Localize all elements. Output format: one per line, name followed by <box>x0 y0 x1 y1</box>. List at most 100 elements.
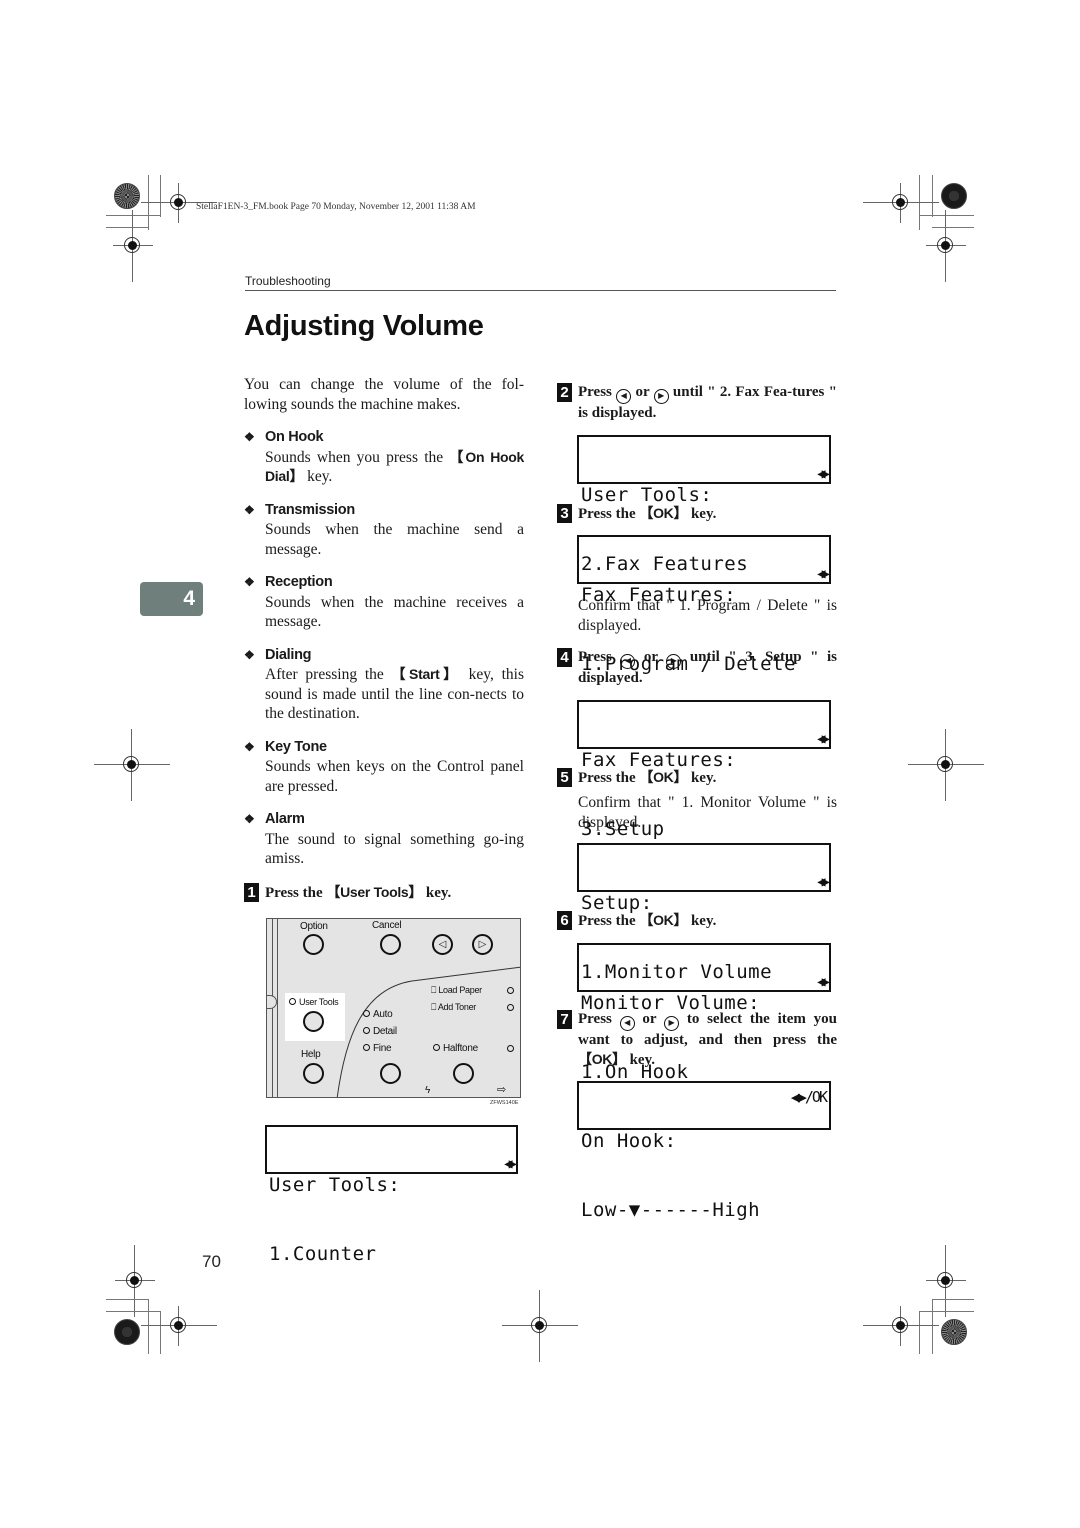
feature-reception: ❖ Reception Sounds when the machine recei… <box>244 573 524 632</box>
indicator-led-icon <box>363 1027 370 1034</box>
registration-target-icon <box>863 183 939 223</box>
feature-title: Reception <box>265 574 333 590</box>
lcd-user-tools-fax-features: User Tools: 2.Fax Features ◀▶ <box>577 434 831 575</box>
diamond-bullet-icon: ❖ <box>244 575 255 589</box>
lcd-line-1: Setup: <box>581 892 653 914</box>
registration-target-icon <box>141 1306 217 1346</box>
cancel-button[interactable] <box>380 934 401 955</box>
lcd-line-1: Fax Features: <box>581 584 737 606</box>
resolution-button[interactable] <box>380 1063 401 1084</box>
feature-description: Sounds when you press the 【On Hook Dial】… <box>265 448 524 487</box>
step-text: or <box>631 384 654 400</box>
lcd-scroll-arrows-icon: ◀▶ <box>817 566 830 582</box>
lcd-scroll-arrows-icon: ◀▶ <box>817 973 830 990</box>
registration-target-icon <box>94 729 170 801</box>
help-label: Help <box>301 1049 321 1060</box>
trim-line <box>932 1299 974 1300</box>
left-arrow-key-icon: ◀ <box>616 389 632 404</box>
lcd-scroll-arrows-icon: ◀▶ <box>817 465 830 482</box>
diamond-bullet-icon: ❖ <box>244 812 255 826</box>
step-number: 4 <box>557 648 572 667</box>
step-number: 1 <box>244 882 259 902</box>
load-paper-label: ⎕ Load Paper <box>431 985 482 996</box>
feature-title: Alarm <box>265 811 305 827</box>
registration-dark-circle-icon <box>114 1319 140 1345</box>
registration-target-icon <box>115 1245 155 1317</box>
page-title: Adjusting Volume <box>244 310 484 342</box>
status-led <box>507 1044 517 1055</box>
label-text: User Tools <box>299 997 339 1007</box>
feature-key-tone: ❖ Key Tone Sounds when keys on the Contro… <box>244 738 524 797</box>
indicator-led-icon <box>507 1004 514 1011</box>
running-head: Troubleshooting <box>245 274 331 288</box>
trim-line <box>106 1299 148 1300</box>
status-led <box>507 1003 517 1014</box>
lcd-line-1: User Tools: <box>581 483 713 506</box>
feature-text: Sounds when you press the <box>265 448 450 466</box>
registration-target-icon <box>141 183 217 223</box>
left-arrow-button[interactable]: ◁ <box>432 934 453 955</box>
lcd-line-2: 1.Counter <box>269 1243 377 1265</box>
indicator-led-icon <box>433 1044 440 1051</box>
registration-sunburst-icon <box>941 1319 967 1345</box>
right-column: 2 Press ◀ or ▶ until " 2. Fax Fea-tures … <box>557 383 837 1221</box>
user-tools-button[interactable] <box>303 1011 324 1032</box>
cancel-label: Cancel <box>372 920 402 931</box>
step-instruction: Press the 【User Tools】 key. <box>265 883 524 904</box>
indicator-led-icon <box>507 1045 514 1052</box>
option-button[interactable] <box>303 934 324 955</box>
right-arrow-key-icon: ▶ <box>653 389 669 404</box>
lcd-line-1: Monitor Volume: <box>581 991 761 1014</box>
option-label: Option <box>300 921 328 932</box>
registration-target-icon <box>502 1290 578 1362</box>
registration-target-icon <box>926 210 966 282</box>
step-instruction: Press ◀ or ▶ until " 2. Fax Fea-tures " … <box>578 383 837 424</box>
lcd-on-hook-volume: On Hook: Low-▼------High ◀▶/OK <box>577 1080 831 1221</box>
feature-description: The sound to signal something go-ing ami… <box>265 830 524 868</box>
lcd-scroll-arrows-icon: ◀▶ <box>817 730 830 747</box>
figure-code: ZFWS140E <box>490 1100 519 1106</box>
user-tools-label: User Tools <box>289 997 339 1007</box>
feature-title: Dialing <box>265 646 312 663</box>
diamond-bullet-icon: ❖ <box>244 647 255 662</box>
registration-target-icon <box>863 1306 939 1346</box>
step-number: 7 <box>557 1009 572 1029</box>
fine-label: Fine <box>363 1043 392 1054</box>
label-text: Halftone <box>443 1043 478 1054</box>
label-text: Fine <box>373 1043 392 1054</box>
label-text: Load Paper <box>438 985 482 995</box>
halftone-label: Halftone <box>433 1043 478 1054</box>
step-text: key. <box>422 884 452 901</box>
lcd-scroll-arrows-icon: ◀▶ <box>817 874 830 890</box>
status-led <box>507 986 517 997</box>
lcd-scroll-ok-icon: ◀▶/OK <box>790 1087 828 1106</box>
halftone-button[interactable] <box>453 1063 474 1084</box>
trim-line <box>919 215 974 216</box>
trim-line <box>932 1299 933 1354</box>
feature-description: Sounds when keys on the Control panel ar… <box>265 758 524 795</box>
label-text: Auto <box>373 1009 393 1020</box>
indicator-led-icon <box>289 998 296 1005</box>
lcd-scroll-arrows-icon: ◀▶ <box>504 1156 517 1172</box>
registration-target-icon <box>926 1245 966 1317</box>
indicator-led-icon <box>507 987 514 994</box>
chapter-tab: 4 <box>140 582 203 616</box>
feature-title: On Hook <box>265 429 324 445</box>
trim-line <box>106 215 161 216</box>
trim-line <box>106 1311 161 1312</box>
help-button[interactable] <box>303 1063 324 1084</box>
feature-alarm: ❖ Alarm The sound to signal something go-… <box>244 810 524 869</box>
lcd-fax-features-setup: Fax Features: 3.Setup ◀▶ <box>577 699 831 840</box>
left-column: You can change the volume of the fol-low… <box>244 375 524 903</box>
diamond-bullet-icon: ❖ <box>244 739 255 754</box>
feature-title: Transmission <box>265 501 355 518</box>
load-paper-icon: ⎕ <box>431 985 437 995</box>
registration-target-icon <box>908 729 984 801</box>
right-arrow-button[interactable]: ▷ <box>472 934 493 955</box>
step-text: until " 2. Fax Fea-tures " is displayed. <box>578 384 837 421</box>
feature-description: After pressing the 【Start】 key, this sou… <box>265 665 524 724</box>
lcd-line-1: On Hook: <box>581 1129 677 1152</box>
lightning-icon: ϟ <box>425 1085 430 1096</box>
left-arrow-icon: ◁ <box>438 939 447 950</box>
trim-line <box>148 1299 149 1354</box>
